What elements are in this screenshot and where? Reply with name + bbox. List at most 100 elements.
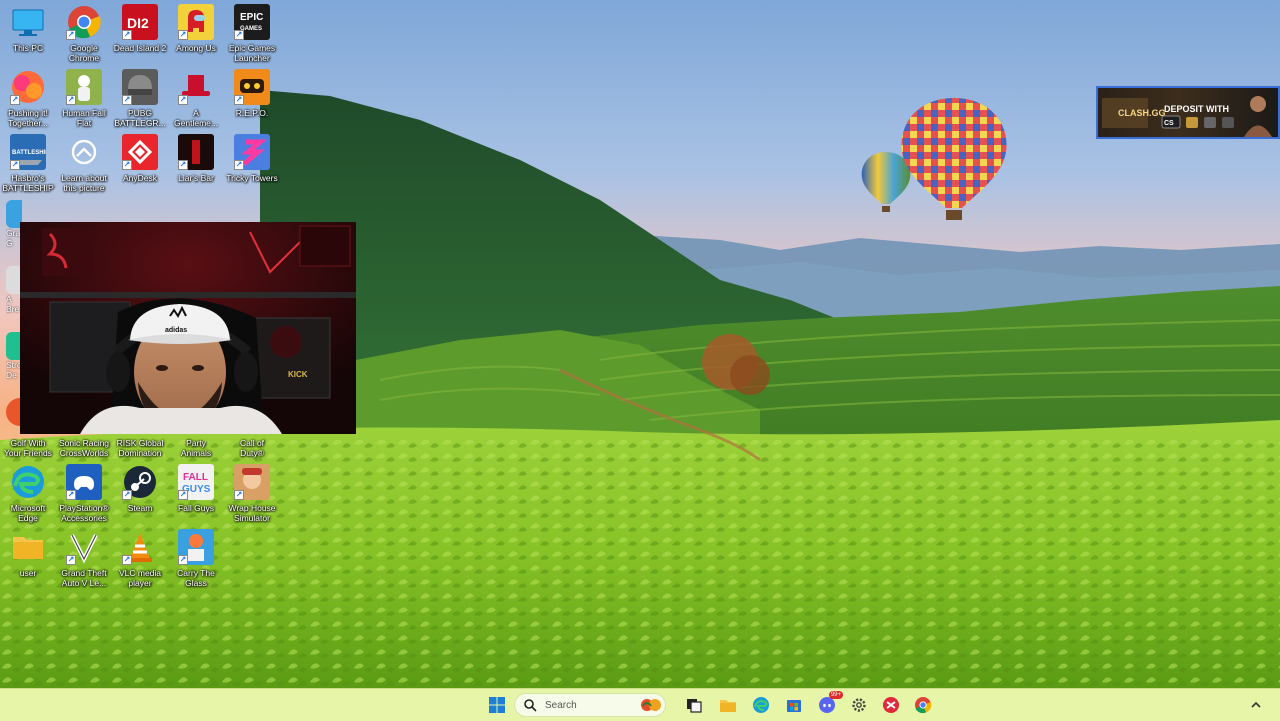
- desktop-icon-tricky-towers[interactable]: ↗ Tricky Towers: [224, 134, 280, 198]
- dead-island-2-icon: DI2 ↗: [122, 4, 158, 40]
- windows-start-icon: [489, 697, 505, 713]
- learn-about-picture-icon: [66, 134, 102, 170]
- tray-overflow-button[interactable]: [1246, 694, 1266, 716]
- desktop-icon-label: Steam: [127, 503, 153, 513]
- chrome-icon: [915, 697, 932, 714]
- search-input[interactable]: [543, 698, 637, 712]
- discord-notification-badge: 99+: [828, 691, 843, 699]
- chrome-button[interactable]: [911, 694, 935, 716]
- a-gentleman-icon: ↗: [178, 69, 214, 105]
- desktop-icon-label: VLC media player: [118, 568, 162, 588]
- desktop-icon-among-us[interactable]: ↗ Among Us: [168, 4, 224, 68]
- shortcut-arrow-icon: ↗: [178, 555, 188, 565]
- store-button[interactable]: [782, 694, 806, 716]
- desktop-icon-ps-accessories[interactable]: ↗ PlayStation® Accessories: [56, 464, 112, 528]
- desktop-icon-pushing-it-together[interactable]: ↗ Pushing it! Together...: [0, 69, 56, 133]
- desktop-icon-label: Learn about this picture: [61, 173, 107, 193]
- liars-bar-icon: ↗: [178, 134, 214, 170]
- shortcut-arrow-icon: ↗: [122, 555, 132, 565]
- fall-guys-icon: FALL GUYS ↗: [178, 464, 214, 500]
- desktop-icon-pubg[interactable]: ↗ PUBG BATTLEGR...: [112, 69, 168, 133]
- desktop-icon-human-fall-flat[interactable]: ↗ Human Fall Flat: [56, 69, 112, 133]
- shelf-sign: KICK: [288, 370, 308, 379]
- app-red-icon: [883, 697, 899, 713]
- ad-banner-art: CLASH.GG DEPOSIT WITH CS: [1102, 96, 1272, 137]
- wrap-house-icon: ↗: [234, 464, 270, 500]
- desktop-icon-google-chrome[interactable]: ↗ Google Chrome: [56, 4, 112, 68]
- desktop-icon-dead-island-2[interactable]: DI2 ↗ Dead Island 2: [112, 4, 168, 68]
- anydesk-icon: ↗: [122, 134, 158, 170]
- desktop-icon-label: Dead Island 2: [113, 43, 167, 53]
- desktop-icon-this-pc[interactable]: This PC: [0, 4, 56, 68]
- this-pc-icon: [10, 4, 46, 40]
- shortcut-arrow-icon: ↗: [234, 490, 244, 500]
- desktop-icon-label: Pushing it! Together...: [8, 108, 48, 128]
- shortcut-arrow-icon: ↗: [178, 490, 188, 500]
- human-fall-flat-icon: ↗: [66, 69, 102, 105]
- shortcut-arrow-icon: ↗: [122, 30, 132, 40]
- svg-text:DI2: DI2: [127, 15, 149, 31]
- desktop-icon-label: Wrap House Simulator: [228, 503, 276, 523]
- edge-icon: [753, 697, 769, 713]
- file-explorer-button[interactable]: [716, 694, 740, 716]
- shortcut-arrow-icon: ↗: [178, 95, 188, 105]
- epic-games-icon: EPIC GAMES ↗: [234, 4, 270, 40]
- webcam-feed: KICK adidas: [20, 222, 356, 434]
- desktop-icon-label: Human Fall Flat: [62, 108, 106, 128]
- shortcut-arrow-icon: ↗: [66, 490, 76, 500]
- shortcut-arrow-icon: ↗: [178, 30, 188, 40]
- desktop-icon-label: Tricky Towers: [226, 173, 278, 183]
- desktop-icon-label: Among Us: [176, 43, 216, 53]
- desktop-icon-user-folder[interactable]: user: [0, 529, 56, 593]
- ad-headline: DEPOSIT WITH: [1164, 104, 1229, 114]
- desktop-icon-gta-v[interactable]: ↗ Grand Theft Auto V Le...: [56, 529, 112, 593]
- start-button[interactable]: [485, 694, 509, 716]
- ps-accessories-icon: ↗: [66, 464, 102, 500]
- shortcut-arrow-icon: ↗: [122, 95, 132, 105]
- desktop-icon-wrap-house[interactable]: ↗ Wrap House Simulator: [224, 464, 280, 528]
- desktop-icon-label: Fall Guys: [178, 503, 214, 513]
- svg-text:FALL: FALL: [183, 472, 208, 483]
- discord-button[interactable]: 99+: [815, 691, 843, 716]
- desktop-icon-liars-bar[interactable]: ↗ Liar's Bar: [168, 134, 224, 198]
- taskbar-search[interactable]: [514, 693, 666, 717]
- user-folder-icon: [10, 529, 46, 565]
- among-us-icon: ↗: [178, 4, 214, 40]
- desktop-icon-a-gentleman[interactable]: ↗ A Gentleme...: [168, 69, 224, 133]
- steam-icon: ↗: [122, 464, 158, 500]
- desktop-icon-label: user: [19, 568, 37, 578]
- shortcut-arrow-icon: ↗: [234, 95, 244, 105]
- desktop-icon-label: Hasbro's BATTLESHIP: [2, 173, 54, 193]
- shortcut-arrow-icon: ↗: [234, 30, 244, 40]
- edge-button[interactable]: [749, 694, 773, 716]
- desktop-icon-epic-games[interactable]: EPIC GAMES ↗ Epic Games Launcher: [224, 4, 280, 68]
- desktop-icon-label: PUBG BATTLEGR...: [114, 108, 166, 128]
- desktop-icon-label: Carry The Glass: [177, 568, 215, 588]
- desktop-icon-learn-about-picture[interactable]: Learn about this picture: [56, 134, 112, 198]
- desktop-icon-vlc[interactable]: ↗ VLC media player: [112, 529, 168, 593]
- desktop-icon-battleship[interactable]: BATTLESHIP ↗ Hasbro's BATTLESHIP: [0, 134, 56, 198]
- desktop-icon-label: This PC: [12, 43, 44, 53]
- desktop-icon-microsoft-edge[interactable]: Microsoft Edge: [0, 464, 56, 528]
- desktop-icon-repo[interactable]: ↗ R.E.P.O.: [224, 69, 280, 133]
- folder-icon: [720, 700, 736, 712]
- desktop-icon-fall-guys[interactable]: FALL GUYS ↗ Fall Guys: [168, 464, 224, 528]
- task-view-icon: [687, 699, 702, 713]
- desktop-icon-label: Party Animals: [180, 438, 212, 458]
- desktop-icon-steam[interactable]: ↗ Steam: [112, 464, 168, 528]
- ad-banner[interactable]: CLASH.GG DEPOSIT WITH CS: [1096, 86, 1280, 139]
- gta-v-icon: ↗: [66, 529, 102, 565]
- battleship-icon: BATTLESHIP ↗: [10, 134, 46, 170]
- settings-button[interactable]: [847, 694, 871, 716]
- desktop-icon-anydesk[interactable]: ↗ AnyDesk: [112, 134, 168, 198]
- task-view-button[interactable]: [682, 694, 706, 716]
- desktop-icon-carry-the-glass[interactable]: ↗ Carry The Glass: [168, 529, 224, 593]
- red-app-button[interactable]: [879, 694, 903, 716]
- shortcut-arrow-icon: ↗: [66, 95, 76, 105]
- gear-icon: [852, 698, 866, 712]
- shortcut-arrow-icon: ↗: [10, 160, 20, 170]
- search-highlight-icon: [641, 699, 661, 711]
- vlc-icon: ↗: [122, 529, 158, 565]
- shortcut-arrow-icon: ↗: [122, 160, 132, 170]
- desktop-icon-label: Sonic Racing CrossWorlds: [58, 438, 110, 458]
